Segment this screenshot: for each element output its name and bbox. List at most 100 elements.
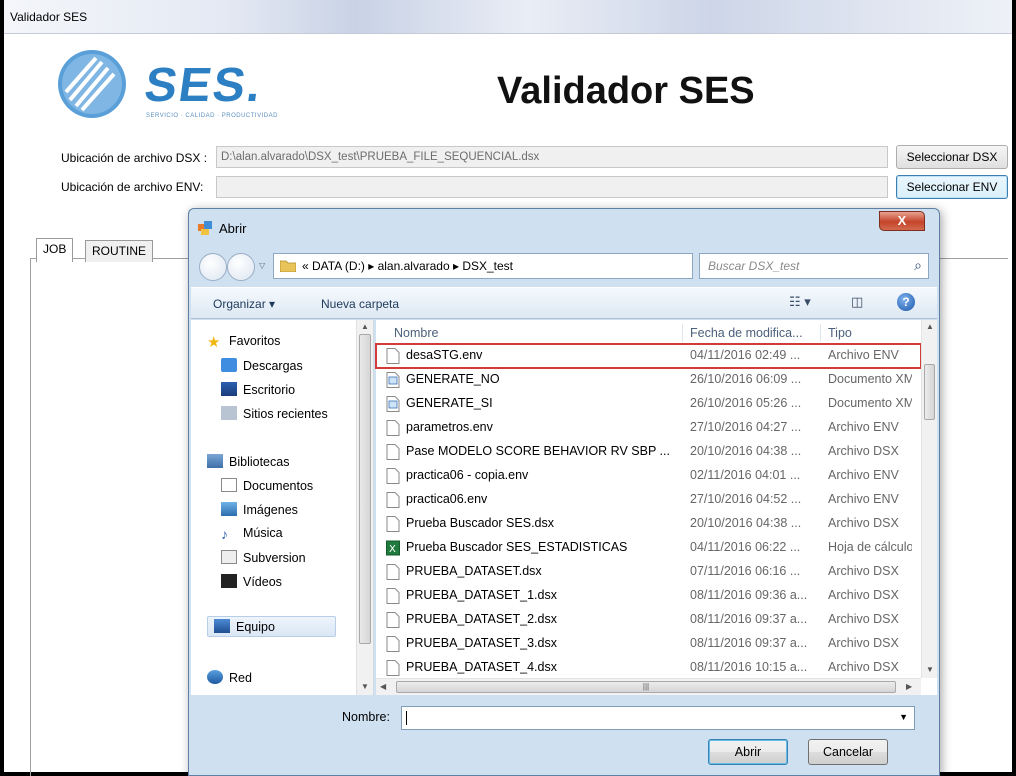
file-row[interactable]: desaSTG.env 04/11/2016 02:49 ... Archivo E… bbox=[375, 343, 922, 369]
file-row[interactable]: PRUEBA_DATASET_1.dsx 08/11/2016 09:36 a..… bbox=[376, 584, 921, 608]
column-header-name[interactable]: Nombre bbox=[394, 326, 438, 340]
blank-file-icon bbox=[386, 420, 400, 436]
dialog-toolbar: Organizar ▾ Nueva carpeta ☷ ▾ ◫ ? bbox=[191, 287, 937, 319]
scroll-down-icon[interactable]: ▼ bbox=[361, 682, 369, 691]
tab-routine[interactable]: ROUTINE bbox=[85, 240, 153, 262]
nav-item-desktop[interactable]: Escritorio bbox=[221, 382, 295, 397]
nav-item-images[interactable]: Imágenes bbox=[221, 502, 298, 517]
scroll-left-icon[interactable]: ◀ bbox=[380, 682, 386, 691]
file-date: 07/11/2016 06:16 ... bbox=[690, 564, 801, 578]
file-row[interactable]: GENERATE_NO 26/10/2016 06:09 ... Documento… bbox=[376, 368, 921, 392]
file-type: Archivo ENV bbox=[828, 468, 899, 482]
nav-item-libraries[interactable]: Bibliotecas bbox=[207, 454, 289, 469]
column-header-date[interactable]: Fecha de modifica... bbox=[690, 326, 803, 340]
file-type: Documento XML bbox=[828, 372, 912, 386]
select-dsx-button[interactable]: Seleccionar DSX bbox=[896, 145, 1008, 169]
file-name: PRUEBA_DATASET_1.dsx bbox=[406, 588, 557, 602]
nav-item-favorites[interactable]: ★ Favoritos bbox=[207, 334, 280, 350]
nav-item-videos[interactable]: Vídeos bbox=[221, 574, 282, 589]
xml-file-icon bbox=[386, 372, 400, 388]
file-name: GENERATE_NO bbox=[406, 372, 500, 386]
file-date: 27/10/2016 04:27 ... bbox=[690, 420, 802, 434]
open-button[interactable]: Abrir bbox=[708, 739, 788, 765]
preview-pane-icon[interactable]: ◫ bbox=[851, 294, 863, 310]
file-name: PRUEBA_DATASET_2.dsx bbox=[406, 612, 557, 626]
file-name: Prueba Buscador SES.dsx bbox=[406, 516, 554, 530]
column-separator[interactable] bbox=[682, 324, 683, 342]
nav-item-subversion[interactable]: Subversion bbox=[221, 550, 306, 565]
file-row[interactable]: Prueba Buscador SES.dsx 20/10/2016 04:38 … bbox=[376, 512, 921, 536]
file-row[interactable]: practica06.env 27/10/2016 04:52 ... Archiv… bbox=[376, 488, 921, 512]
file-date: 26/10/2016 05:26 ... bbox=[690, 396, 802, 410]
dialog-app-icon bbox=[198, 221, 212, 235]
search-icon[interactable]: ⌕ bbox=[914, 257, 922, 274]
file-type: Documento XML bbox=[828, 396, 912, 410]
file-name: PRUEBA_DATASET_4.dsx bbox=[406, 660, 557, 674]
tab-job[interactable]: JOB bbox=[36, 238, 74, 262]
blank-file-icon bbox=[386, 636, 400, 652]
scrollbar-thumb[interactable] bbox=[359, 334, 371, 644]
music-icon: ♪ bbox=[221, 526, 228, 542]
nav-item-documents[interactable]: Documentos bbox=[221, 478, 313, 493]
file-name: desaSTG.env bbox=[406, 348, 483, 362]
filename-dropdown-icon[interactable]: ▼ bbox=[899, 712, 908, 722]
scroll-down-icon[interactable]: ▼ bbox=[926, 665, 934, 674]
file-row[interactable]: Pase MODELO SCORE BEHAVIOR RV SBP ... 20/… bbox=[376, 440, 921, 464]
file-type: Archivo DSX bbox=[828, 612, 899, 626]
view-options-icon[interactable]: ☷ ▾ bbox=[789, 294, 811, 310]
blank-file-icon bbox=[386, 492, 400, 508]
file-date: 27/10/2016 04:52 ... bbox=[690, 492, 802, 506]
scrollbar-thumb[interactable]: ||| bbox=[396, 681, 896, 693]
forward-button[interactable] bbox=[227, 253, 255, 281]
file-row[interactable]: X Prueba Buscador SES_ESTADISTICAS 04/11/2… bbox=[376, 536, 921, 560]
scroll-right-icon[interactable]: ▶ bbox=[906, 682, 912, 691]
select-env-button[interactable]: Seleccionar ENV bbox=[896, 175, 1008, 199]
star-icon: ★ bbox=[207, 334, 221, 351]
nav-item-recent[interactable]: Sitios recientes bbox=[221, 406, 328, 421]
file-row[interactable]: practica06 - copia.env 02/11/2016 04:01 .… bbox=[376, 464, 921, 488]
new-folder-button[interactable]: Nueva carpeta bbox=[321, 297, 399, 311]
scroll-up-icon[interactable]: ▲ bbox=[361, 322, 369, 331]
app-titlebar[interactable]: Validador SES bbox=[4, 0, 1012, 34]
network-icon bbox=[207, 670, 223, 684]
recent-places-icon bbox=[221, 406, 237, 420]
file-name: GENERATE_SI bbox=[406, 396, 493, 410]
documents-icon bbox=[221, 478, 237, 492]
dsx-path-field[interactable]: D:\alan.alvarado\DSX_test\PRUEBA_FILE_SE… bbox=[216, 146, 888, 168]
env-path-field[interactable] bbox=[216, 176, 888, 198]
file-row[interactable]: GENERATE_SI 26/10/2016 05:26 ... Documento… bbox=[376, 392, 921, 416]
nav-item-music[interactable]: ♪ Música bbox=[221, 526, 283, 541]
close-button[interactable]: X bbox=[879, 211, 925, 231]
file-row[interactable]: PRUEBA_DATASET.dsx 07/11/2016 06:16 ... Ar… bbox=[376, 560, 921, 584]
nav-item-network[interactable]: Red bbox=[207, 670, 252, 685]
file-list-vertical-scrollbar[interactable]: ▲ ▼ bbox=[921, 320, 937, 678]
navigation-scrollbar[interactable]: ▲ ▼ bbox=[356, 320, 373, 695]
blank-file-icon bbox=[386, 348, 400, 364]
help-icon[interactable]: ? bbox=[897, 293, 915, 311]
file-name: practica06.env bbox=[406, 492, 488, 506]
computer-icon bbox=[214, 619, 230, 633]
svg-text:X: X bbox=[389, 544, 396, 555]
file-list-horizontal-scrollbar[interactable]: ◀ ||| ▶ bbox=[376, 678, 921, 695]
file-row[interactable]: PRUEBA_DATASET_4.dsx 08/11/2016 10:15 a..… bbox=[376, 656, 921, 680]
scroll-up-icon[interactable]: ▲ bbox=[926, 322, 934, 331]
file-row[interactable]: PRUEBA_DATASET_3.dsx 08/11/2016 09:37 a..… bbox=[376, 632, 921, 656]
nav-item-computer[interactable]: Equipo bbox=[207, 616, 336, 637]
file-row[interactable]: parametros.env 27/10/2016 04:27 ... Archiv… bbox=[376, 416, 921, 440]
address-bar[interactable]: « DATA (D:) ▸ alan.alvarado ▸ DSX_test ▼… bbox=[273, 253, 765, 279]
column-separator[interactable] bbox=[820, 324, 821, 342]
file-row[interactable]: PRUEBA_DATASET_2.dsx 08/11/2016 09:37 a..… bbox=[376, 608, 921, 632]
recent-locations-dropdown-icon[interactable]: ▽ bbox=[259, 261, 265, 270]
column-header-type[interactable]: Tipo bbox=[828, 326, 852, 340]
back-button[interactable] bbox=[199, 253, 227, 281]
scrollbar-thumb[interactable] bbox=[924, 364, 935, 420]
cancel-button[interactable]: Cancelar bbox=[808, 739, 888, 765]
desktop-icon bbox=[221, 382, 237, 396]
filename-input[interactable]: ▼ bbox=[401, 706, 915, 730]
search-input[interactable]: Buscar DSX_test ⌕ bbox=[699, 253, 929, 279]
organize-menu[interactable]: Organizar ▾ bbox=[213, 297, 275, 311]
file-date: 02/11/2016 04:01 ... bbox=[690, 468, 801, 482]
xml-file-icon bbox=[386, 396, 400, 412]
nav-item-downloads[interactable]: Descargas bbox=[221, 358, 303, 373]
file-type: Archivo DSX bbox=[828, 564, 899, 578]
